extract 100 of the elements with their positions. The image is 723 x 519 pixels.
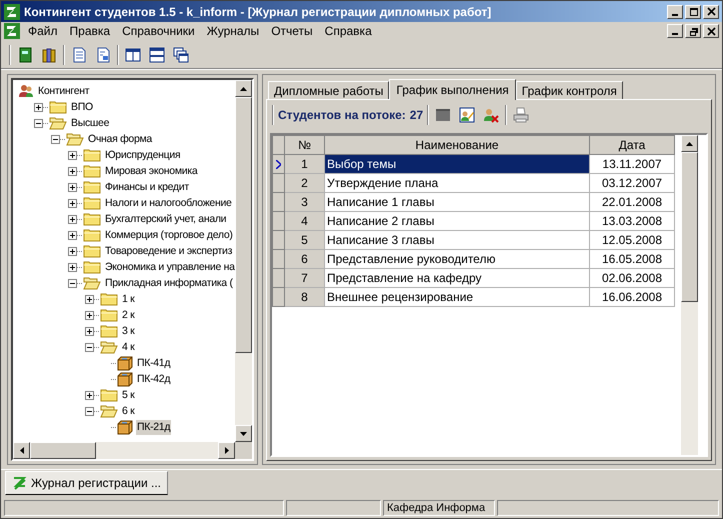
expander-button[interactable] xyxy=(85,294,94,304)
people-icon xyxy=(18,83,34,99)
delete-person-icon xyxy=(483,107,500,123)
scroll-up-button[interactable] xyxy=(235,80,252,97)
close-button[interactable] xyxy=(703,24,719,38)
toolbar-button[interactable] xyxy=(171,45,191,65)
tree-item[interactable]: Высшее xyxy=(70,116,110,130)
vertical-scrollbar[interactable] xyxy=(681,135,698,455)
taskbar-button[interactable]: Журнал регистрации ... xyxy=(5,471,168,495)
table-cell: 03.12.2007 xyxy=(590,174,674,192)
scroll-up-button[interactable] xyxy=(681,135,698,152)
expander-button[interactable] xyxy=(85,310,94,320)
tree-item[interactable]: Товароведение и экспертиз xyxy=(104,244,234,258)
menu-item[interactable]: Журналы xyxy=(200,22,266,40)
expander-button[interactable] xyxy=(68,230,77,240)
window-title: Контингент студентов 1.5 - k_inform - [Журнал регистрации дипломных работ] xyxy=(24,4,492,20)
left-arrow-icon xyxy=(20,447,24,454)
tree-item[interactable]: 2 к xyxy=(121,308,136,322)
tree-item[interactable]: ПК-21д xyxy=(136,420,172,434)
minimize-button[interactable] xyxy=(667,4,683,18)
menu-item[interactable]: Правка xyxy=(64,22,116,40)
vertical-split-icon xyxy=(125,47,141,63)
scroll-thumb[interactable] xyxy=(30,442,96,459)
column-header[interactable]: № xyxy=(284,136,324,154)
tree-item[interactable]: 4 к xyxy=(121,340,136,354)
restore-button[interactable] xyxy=(685,24,701,38)
vertical-scrollbar[interactable] xyxy=(235,80,252,459)
plus-icon xyxy=(87,328,92,334)
restore-icon xyxy=(688,26,698,36)
tab[interactable]: График выполнения xyxy=(389,79,516,100)
expander-button[interactable] xyxy=(68,166,77,176)
expander-button[interactable] xyxy=(34,102,43,112)
expander-button[interactable] xyxy=(85,326,94,336)
folder-icon xyxy=(100,308,118,322)
plus-icon xyxy=(70,168,75,174)
plus-icon xyxy=(70,264,75,270)
table-cell: 1 xyxy=(284,154,324,174)
table-cell: 12.05.2008 xyxy=(590,230,674,250)
expander-button[interactable] xyxy=(68,246,77,256)
tree-item[interactable]: 6 к xyxy=(121,404,136,418)
minus-icon xyxy=(70,282,75,284)
tree-item[interactable]: ПК-41д xyxy=(136,356,172,370)
tree-item[interactable]: Очная форма xyxy=(87,132,153,146)
tree-item[interactable]: Экономика и управление на xyxy=(104,260,235,274)
tree-item[interactable]: ПК-42д xyxy=(136,372,172,386)
box-icon xyxy=(117,355,133,371)
scroll-right-button[interactable] xyxy=(218,442,235,459)
tree-item[interactable]: Контингент xyxy=(37,84,90,98)
tree-item[interactable]: Бухгалтерский учет, анали xyxy=(104,212,228,226)
tree-item[interactable]: 5 к xyxy=(121,388,136,402)
tree-item[interactable]: Коммерция (торговое дело) xyxy=(104,228,234,242)
minimize-button[interactable] xyxy=(667,24,683,38)
column-header[interactable]: Дата xyxy=(590,136,674,154)
tree-item[interactable]: Налоги и налогообложение xyxy=(104,196,233,210)
toolbar-button[interactable] xyxy=(147,45,167,65)
expander-button[interactable] xyxy=(68,262,77,272)
tab[interactable]: График контроля xyxy=(516,81,623,99)
column-header[interactable]: Наименование xyxy=(324,136,590,154)
menu-item[interactable]: Справочники xyxy=(116,22,201,40)
menu-item[interactable]: Файл xyxy=(22,22,64,40)
expander-button[interactable] xyxy=(34,118,43,128)
tree-item[interactable]: Прикладная информатика ( xyxy=(104,276,234,290)
tree-item[interactable]: Юриспруденция xyxy=(104,148,182,162)
tree-item[interactable]: Мировая экономика xyxy=(104,164,198,178)
document-logo-icon xyxy=(4,23,20,39)
scroll-left-button[interactable] xyxy=(13,442,30,459)
tree-item[interactable]: 1 к xyxy=(121,292,136,306)
tree-item[interactable]: Финансы и кредит xyxy=(104,180,190,194)
folder-icon xyxy=(83,260,101,274)
row-indicator[interactable] xyxy=(272,154,284,174)
students-count-label: Студентов на потоке: xyxy=(278,107,406,124)
expander-button[interactable] xyxy=(85,342,94,352)
scroll-thumb[interactable] xyxy=(235,97,252,353)
close-button[interactable] xyxy=(703,4,719,18)
plus-icon xyxy=(70,200,75,206)
expander-button[interactable] xyxy=(85,390,94,400)
scroll-thumb[interactable] xyxy=(681,152,698,302)
folder-icon xyxy=(83,228,101,242)
tree-item[interactable]: ВПО xyxy=(70,100,94,114)
menu-item[interactable]: Отчеты xyxy=(265,22,319,40)
minimize-icon xyxy=(672,33,678,35)
horizontal-scrollbar[interactable] xyxy=(13,442,235,459)
minus-icon xyxy=(87,410,92,412)
expander-button[interactable] xyxy=(68,198,77,208)
table-cell: Написание 3 главы xyxy=(324,230,590,250)
table-cell: 13.03.2008 xyxy=(590,212,674,230)
expander-button[interactable] xyxy=(68,182,77,192)
expander-button[interactable] xyxy=(68,150,77,160)
expander-button[interactable] xyxy=(51,134,60,144)
print-button[interactable] xyxy=(511,105,532,125)
tree-item[interactable]: 3 к xyxy=(121,324,136,338)
maximize-button[interactable] xyxy=(685,4,701,18)
expander-button[interactable] xyxy=(85,406,94,416)
folder-icon xyxy=(83,196,101,210)
expander-button[interactable] xyxy=(68,214,77,224)
menu-item[interactable]: Справка xyxy=(318,22,378,40)
scroll-down-button[interactable] xyxy=(235,425,252,442)
blank-icon xyxy=(435,107,452,123)
expander-button[interactable] xyxy=(68,278,77,288)
toolbar-button[interactable] xyxy=(457,105,478,125)
